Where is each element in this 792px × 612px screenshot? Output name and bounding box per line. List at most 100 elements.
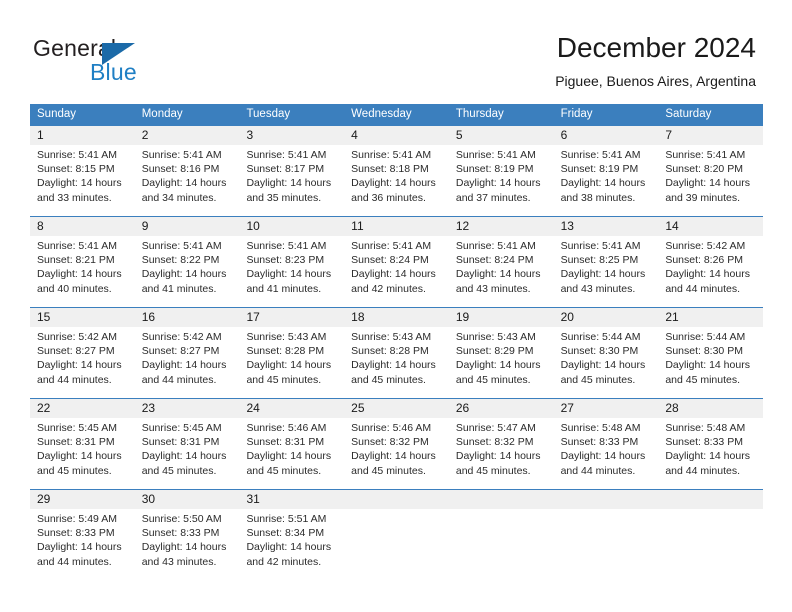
day-cell[interactable]: Sunrise: 5:47 AM Sunset: 8:32 PM Dayligh… [449, 418, 554, 489]
sunset-text: Sunset: 8:22 PM [141, 254, 220, 267]
day-cell[interactable]: Sunrise: 5:50 AM Sunset: 8:33 PM Dayligh… [135, 509, 240, 580]
day-cell[interactable]: Sunrise: 5:44 AM Sunset: 8:30 PM Dayligh… [554, 327, 659, 398]
day-number[interactable]: 3 [239, 126, 344, 145]
day-cell[interactable]: Sunrise: 5:46 AM Sunset: 8:31 PM Dayligh… [239, 418, 344, 489]
day-number[interactable]: 1 [30, 126, 135, 145]
day-cell[interactable]: Sunrise: 5:41 AM Sunset: 8:15 PM Dayligh… [30, 145, 135, 216]
day-cell[interactable]: Sunrise: 5:42 AM Sunset: 8:26 PM Dayligh… [658, 236, 763, 307]
day-cell[interactable]: Sunrise: 5:45 AM Sunset: 8:31 PM Dayligh… [135, 418, 240, 489]
day-cell[interactable]: Sunrise: 5:51 AM Sunset: 8:34 PM Dayligh… [239, 509, 344, 580]
day-number[interactable]: 21 [658, 308, 763, 327]
sunset-text: Sunset: 8:33 PM [37, 527, 115, 540]
sunset-text: Sunset: 8:24 PM [455, 254, 534, 267]
sunset-text: Sunset: 8:20 PM [665, 163, 743, 176]
day-cell[interactable]: Sunrise: 5:41 AM Sunset: 8:17 PM Dayligh… [239, 145, 344, 216]
daylight-text-line1: Daylight: 14 hours [246, 359, 332, 372]
day-cell[interactable]: Sunrise: 5:41 AM Sunset: 8:20 PM Dayligh… [658, 145, 763, 216]
day-cell-empty [344, 509, 449, 580]
sunset-text: Sunset: 8:15 PM [37, 163, 115, 176]
day-cell[interactable]: Sunrise: 5:41 AM Sunset: 8:23 PM Dayligh… [239, 236, 344, 307]
day-number[interactable]: 19 [449, 308, 554, 327]
day-number[interactable]: 11 [344, 217, 449, 236]
daylight-text-line2: and 44 minutes. [560, 464, 636, 477]
day-number[interactable]: 13 [554, 217, 659, 236]
sunset-text: Sunset: 8:16 PM [141, 163, 220, 176]
daylight-text-line1: Daylight: 14 hours [665, 359, 750, 372]
day-number[interactable]: 25 [344, 399, 449, 418]
sunset-text: Sunset: 8:19 PM [560, 163, 639, 176]
day-number[interactable]: 27 [554, 399, 659, 418]
day-number[interactable]: 29 [30, 490, 135, 509]
day-number[interactable]: 17 [239, 308, 344, 327]
day-number[interactable]: 22 [30, 399, 135, 418]
day-cell[interactable]: Sunrise: 5:41 AM Sunset: 8:18 PM Dayligh… [344, 145, 449, 216]
day-cell[interactable]: Sunrise: 5:48 AM Sunset: 8:33 PM Dayligh… [554, 418, 659, 489]
day-number[interactable]: 18 [344, 308, 449, 327]
day-cell[interactable]: Sunrise: 5:41 AM Sunset: 8:21 PM Dayligh… [30, 236, 135, 307]
day-cell[interactable]: Sunrise: 5:44 AM Sunset: 8:30 PM Dayligh… [658, 327, 763, 398]
day-cell[interactable]: Sunrise: 5:41 AM Sunset: 8:22 PM Dayligh… [135, 236, 240, 307]
daylight-text-line1: Daylight: 14 hours [141, 359, 227, 372]
day-number[interactable]: 26 [449, 399, 554, 418]
sunset-text: Sunset: 8:17 PM [246, 163, 325, 176]
sunrise-text: Sunrise: 5:48 AM [560, 422, 641, 434]
day-number[interactable]: 15 [30, 308, 135, 327]
daylight-text-line2: and 42 minutes. [246, 555, 322, 568]
sunset-text: Sunset: 8:18 PM [351, 163, 429, 176]
day-number[interactable]: 10 [239, 217, 344, 236]
day-cell[interactable]: Sunrise: 5:49 AM Sunset: 8:33 PM Dayligh… [30, 509, 135, 580]
day-number[interactable]: 30 [135, 490, 240, 509]
day-cell[interactable]: Sunrise: 5:42 AM Sunset: 8:27 PM Dayligh… [30, 327, 135, 398]
weekday-header-thursday: Thursday [455, 108, 504, 120]
daylight-text-line2: and 44 minutes. [37, 555, 112, 568]
daylight-text-line2: and 41 minutes. [141, 282, 217, 295]
day-number[interactable]: 9 [135, 217, 240, 236]
daylight-text-line2: and 45 minutes. [141, 464, 217, 477]
day-cell[interactable]: Sunrise: 5:43 AM Sunset: 8:29 PM Dayligh… [449, 327, 554, 398]
day-cell[interactable]: Sunrise: 5:41 AM Sunset: 8:19 PM Dayligh… [554, 145, 659, 216]
daylight-text-line1: Daylight: 14 hours [351, 268, 436, 281]
daylight-text-line1: Daylight: 14 hours [560, 450, 646, 463]
day-cell[interactable]: Sunrise: 5:41 AM Sunset: 8:25 PM Dayligh… [554, 236, 659, 307]
day-number-empty [449, 490, 554, 509]
day-number[interactable]: 6 [554, 126, 659, 145]
week-detail-band: Sunrise: 5:41 AM Sunset: 8:15 PM Dayligh… [30, 145, 763, 216]
daylight-text-line2: and 45 minutes. [455, 373, 531, 386]
day-cell[interactable]: Sunrise: 5:41 AM Sunset: 8:16 PM Dayligh… [135, 145, 240, 216]
day-cell[interactable]: Sunrise: 5:43 AM Sunset: 8:28 PM Dayligh… [239, 327, 344, 398]
page-header: General Blue December 2024 Piguee, Bueno… [0, 0, 792, 100]
day-cell[interactable]: Sunrise: 5:41 AM Sunset: 8:19 PM Dayligh… [449, 145, 554, 216]
sunset-text: Sunset: 8:28 PM [246, 345, 325, 358]
day-cell[interactable]: Sunrise: 5:43 AM Sunset: 8:28 PM Dayligh… [344, 327, 449, 398]
week-row: 1 2 3 4 5 6 7 Sunrise: 5:41 AM Sunset: 8… [30, 125, 763, 216]
day-number[interactable]: 2 [135, 126, 240, 145]
day-number[interactable]: 28 [658, 399, 763, 418]
day-number[interactable]: 8 [30, 217, 135, 236]
daylight-text-line1: Daylight: 14 hours [560, 177, 646, 190]
day-cell[interactable]: Sunrise: 5:45 AM Sunset: 8:31 PM Dayligh… [30, 418, 135, 489]
sunrise-text: Sunrise: 5:41 AM [141, 240, 222, 252]
day-cell[interactable]: Sunrise: 5:48 AM Sunset: 8:33 PM Dayligh… [658, 418, 763, 489]
day-number[interactable]: 14 [658, 217, 763, 236]
day-cell[interactable]: Sunrise: 5:41 AM Sunset: 8:24 PM Dayligh… [449, 236, 554, 307]
daylight-text-line2: and 35 minutes. [246, 191, 322, 204]
title-block: December 2024 Piguee, Buenos Aires, Arge… [555, 30, 756, 91]
day-number[interactable]: 16 [135, 308, 240, 327]
day-number[interactable]: 23 [135, 399, 240, 418]
sunrise-text: Sunrise: 5:51 AM [246, 513, 327, 525]
day-number[interactable]: 12 [449, 217, 554, 236]
day-number[interactable]: 5 [449, 126, 554, 145]
day-cell[interactable]: Sunrise: 5:41 AM Sunset: 8:24 PM Dayligh… [344, 236, 449, 307]
weekday-header-monday: Monday [141, 108, 183, 120]
week-day-number-band: 15 16 17 18 19 20 21 [30, 308, 763, 327]
day-cell[interactable]: Sunrise: 5:42 AM Sunset: 8:27 PM Dayligh… [135, 327, 240, 398]
day-number[interactable]: 20 [554, 308, 659, 327]
week-row: 22 23 24 25 26 27 28 Sunrise: 5:45 AM Su… [30, 398, 763, 489]
daylight-text-line1: Daylight: 14 hours [455, 359, 541, 372]
calendar-page: General Blue December 2024 Piguee, Bueno… [0, 0, 792, 612]
day-number[interactable]: 4 [344, 126, 449, 145]
day-cell[interactable]: Sunrise: 5:46 AM Sunset: 8:32 PM Dayligh… [344, 418, 449, 489]
day-number[interactable]: 7 [658, 126, 763, 145]
day-number[interactable]: 24 [239, 399, 344, 418]
day-number[interactable]: 31 [239, 490, 344, 509]
